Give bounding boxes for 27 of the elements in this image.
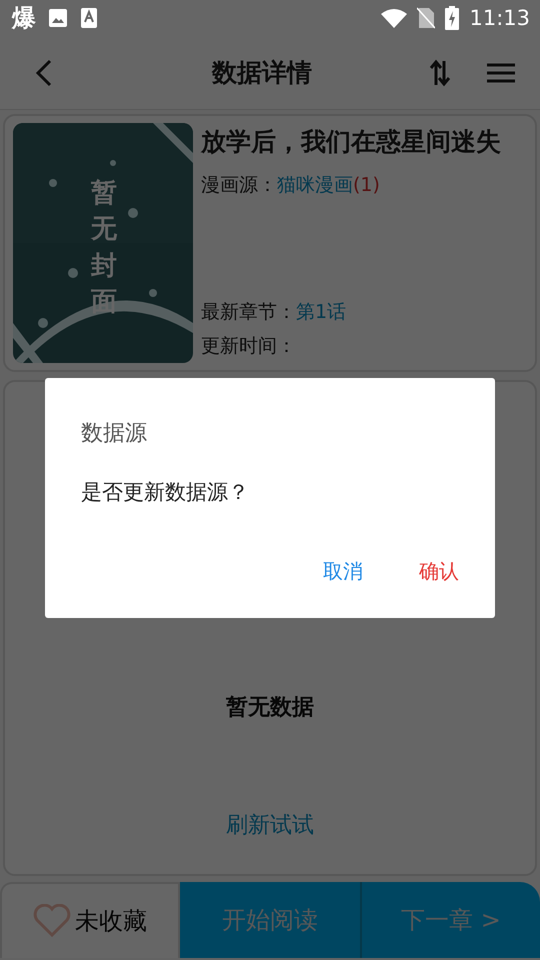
no-sim-icon	[417, 7, 436, 29]
page-title: 数据详情	[210, 57, 313, 89]
app-notification-icon: 爆	[12, 2, 36, 34]
favorite-button[interactable]: 未收藏	[0, 882, 180, 958]
start-reading-button[interactable]: 开始阅读	[180, 882, 360, 958]
cancel-button[interactable]: 取消	[313, 558, 363, 585]
empty-state-text: 暂无数据	[226, 694, 314, 722]
source-link[interactable]: 猫咪漫画	[277, 168, 353, 202]
clock-time: 11:13	[469, 6, 530, 30]
font-icon	[80, 7, 98, 29]
latest-chapter-link[interactable]: 第1话	[296, 295, 346, 329]
battery-charging-icon	[445, 6, 460, 30]
retry-link[interactable]: 刷新试试	[226, 810, 314, 840]
dialog-title: 数据源	[81, 420, 148, 448]
comic-title: 放学后，我们在惑星间迷失	[201, 126, 501, 158]
confirm-button[interactable]: 确认	[409, 558, 459, 585]
source-label: 漫画源：	[201, 173, 277, 198]
update-time-label: 更新时间：	[201, 334, 296, 359]
cover-placeholder-text: 暂无封面	[91, 177, 117, 320]
next-chapter-button[interactable]: 下一章 >	[360, 882, 540, 958]
menu-icon	[486, 62, 516, 84]
sort-icon	[428, 58, 452, 86]
image-icon	[48, 8, 68, 28]
latest-chapter-label: 最新章节：	[201, 300, 296, 325]
dialog-message: 是否更新数据源？	[81, 479, 250, 506]
wifi-icon	[381, 8, 408, 28]
source-count: (1)	[353, 173, 380, 198]
